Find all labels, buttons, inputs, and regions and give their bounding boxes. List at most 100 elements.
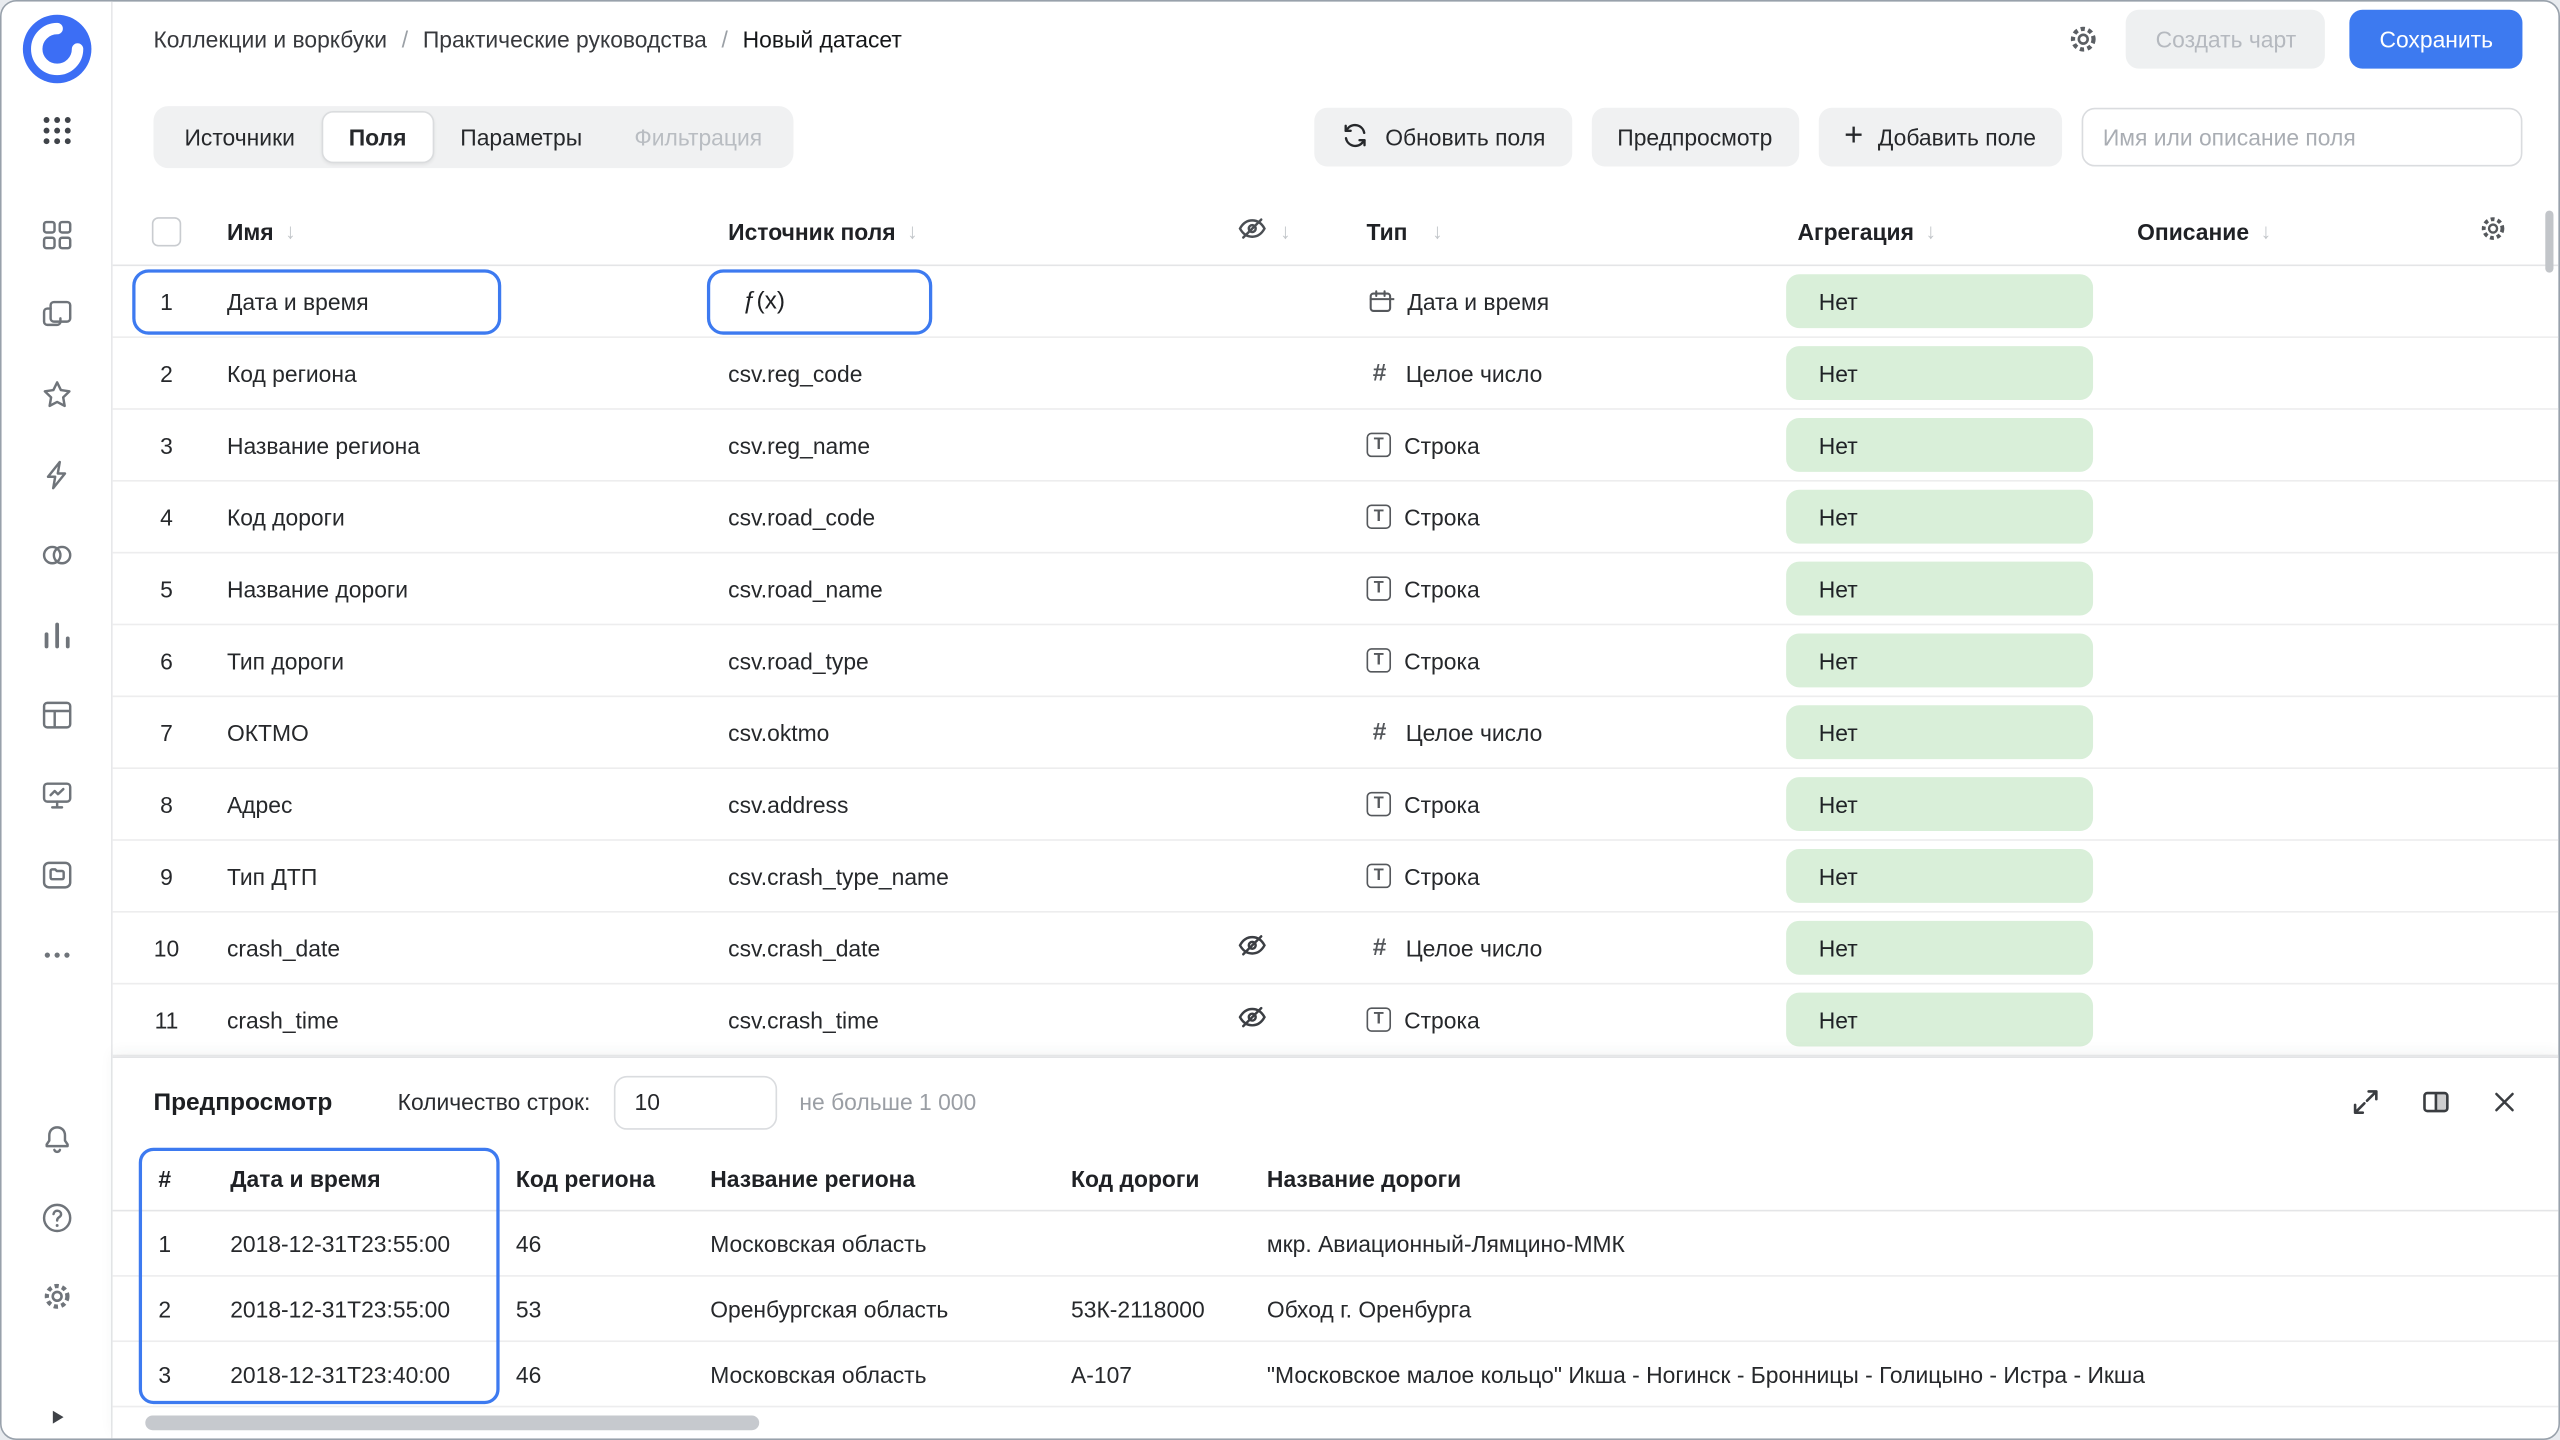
field-type-cell[interactable]: TСтрока bbox=[1336, 863, 1787, 889]
column-header-name[interactable]: Имя ↓ bbox=[220, 218, 721, 244]
field-source[interactable]: csv.crash_date bbox=[728, 935, 880, 961]
column-header-description[interactable]: Описание ↓ bbox=[2137, 218, 2428, 244]
field-type-cell[interactable]: #Целое число bbox=[1336, 718, 1787, 746]
tab-fields[interactable]: Поля bbox=[321, 111, 434, 163]
aggregation-select[interactable]: Нет bbox=[1786, 993, 2093, 1047]
field-source[interactable]: csv.oktmo bbox=[728, 719, 829, 745]
help-icon[interactable] bbox=[38, 1200, 74, 1236]
breadcrumb-collections[interactable]: Коллекции и воркбуки bbox=[153, 26, 387, 52]
field-source-cell[interactable]: csv.road_name bbox=[722, 576, 1222, 602]
apps-grid-icon[interactable] bbox=[38, 113, 74, 149]
field-source[interactable]: csv.address bbox=[728, 791, 848, 817]
field-name-cell[interactable]: crash_date bbox=[220, 935, 721, 961]
field-type-cell[interactable]: TСтрока bbox=[1336, 504, 1787, 530]
eye-off-icon[interactable] bbox=[1236, 929, 1269, 967]
field-name-cell[interactable]: Код дороги bbox=[220, 504, 721, 530]
field-type-cell[interactable]: #Целое число bbox=[1336, 934, 1787, 962]
presentations-icon[interactable] bbox=[38, 777, 74, 813]
tables-icon[interactable] bbox=[38, 697, 74, 733]
expand-preview-icon[interactable] bbox=[2349, 1086, 2382, 1119]
field-row[interactable]: 2Код регионаcsv.reg_code#Целое числоНет bbox=[113, 338, 2559, 410]
field-source-cell[interactable]: csv.crash_time bbox=[722, 1007, 1222, 1033]
sort-icon[interactable]: ↓ bbox=[907, 219, 918, 243]
column-header-type[interactable]: Тип ↓ bbox=[1336, 218, 1787, 244]
collections-icon[interactable] bbox=[38, 297, 74, 333]
field-source-cell[interactable]: csv.reg_name bbox=[722, 432, 1222, 458]
formula-chip[interactable]: ƒ(x) bbox=[728, 287, 785, 315]
field-type-cell[interactable]: TСтрока bbox=[1336, 576, 1787, 602]
column-header-source[interactable]: Источник поля ↓ bbox=[722, 218, 1222, 244]
field-row[interactable]: 1Дата и времяƒ(x)Дата и времяНет bbox=[113, 266, 2559, 338]
row-count-input[interactable] bbox=[613, 1075, 776, 1129]
field-name-cell[interactable]: Код региона bbox=[220, 360, 721, 386]
eye-off-icon[interactable] bbox=[1236, 1001, 1269, 1039]
field-name-cell[interactable]: Тип дороги bbox=[220, 647, 721, 673]
field-source-cell[interactable]: csv.oktmo bbox=[722, 719, 1222, 745]
tab-sources[interactable]: Источники bbox=[158, 111, 321, 163]
field-type-cell[interactable]: #Целое число bbox=[1336, 359, 1787, 387]
aggregation-select[interactable]: Нет bbox=[1786, 490, 2093, 544]
vertical-scrollbar[interactable] bbox=[2545, 211, 2553, 273]
connections-lightning-icon[interactable] bbox=[38, 457, 74, 493]
aggregation-select[interactable]: Нет bbox=[1786, 274, 2093, 328]
field-name-cell[interactable]: Название региона bbox=[220, 432, 721, 458]
save-button[interactable]: Сохранить bbox=[2350, 10, 2522, 69]
field-source[interactable]: csv.road_name bbox=[728, 576, 883, 602]
horizontal-scrollbar[interactable] bbox=[145, 1416, 759, 1431]
close-preview-icon[interactable] bbox=[2490, 1087, 2519, 1116]
field-visibility-cell[interactable] bbox=[1221, 929, 1335, 967]
field-name-cell[interactable]: Дата и время bbox=[220, 288, 721, 314]
preview-toggle-button[interactable]: Предпросмотр bbox=[1591, 108, 1798, 167]
field-search-input[interactable] bbox=[2082, 108, 2523, 167]
field-row[interactable]: 9Тип ДТПcsv.crash_type_nameTСтрокаНет bbox=[113, 841, 2559, 913]
field-type-cell[interactable]: TСтрока bbox=[1336, 647, 1787, 673]
aggregation-select[interactable]: Нет bbox=[1786, 562, 2093, 616]
field-name-cell[interactable]: Тип ДТП bbox=[220, 863, 721, 889]
field-type-cell[interactable]: Дата и время bbox=[1336, 287, 1787, 315]
field-row[interactable]: 10crash_datecsv.crash_date#Целое числоНе… bbox=[113, 913, 2559, 985]
field-source[interactable]: csv.road_type bbox=[728, 647, 869, 673]
sort-icon[interactable]: ↓ bbox=[1432, 219, 1443, 243]
aggregation-select[interactable]: Нет bbox=[1786, 849, 2093, 903]
field-source[interactable]: csv.reg_name bbox=[728, 432, 870, 458]
tab-parameters[interactable]: Параметры bbox=[434, 111, 608, 163]
field-source[interactable]: csv.road_code bbox=[728, 504, 875, 530]
field-name-cell[interactable]: ОКТМО bbox=[220, 719, 721, 745]
field-source-cell[interactable]: csv.road_type bbox=[722, 647, 1222, 673]
notifications-bell-icon[interactable] bbox=[38, 1122, 74, 1158]
field-source-cell[interactable]: csv.reg_code bbox=[722, 360, 1222, 386]
sort-icon[interactable]: ↓ bbox=[285, 219, 296, 243]
storage-folder-icon[interactable] bbox=[38, 857, 74, 893]
field-row[interactable]: 7ОКТМОcsv.oktmo#Целое числоНет bbox=[113, 697, 2559, 769]
favorites-star-icon[interactable] bbox=[38, 377, 74, 413]
sort-icon[interactable]: ↓ bbox=[2260, 219, 2271, 243]
settings-gear-icon[interactable] bbox=[38, 1278, 74, 1314]
dataset-settings-gear-icon[interactable] bbox=[2066, 21, 2102, 57]
field-source-cell[interactable]: csv.crash_date bbox=[722, 935, 1222, 961]
field-row[interactable]: 5Название дорогиcsv.road_nameTСтрокаНет bbox=[113, 553, 2559, 625]
field-source[interactable]: csv.crash_type_name bbox=[728, 863, 949, 889]
field-type-cell[interactable]: TСтрока bbox=[1336, 791, 1787, 817]
field-name-cell[interactable]: Название дороги bbox=[220, 576, 721, 602]
column-header-aggregation[interactable]: Агрегация ↓ bbox=[1786, 218, 2137, 244]
aggregation-select[interactable]: Нет bbox=[1786, 921, 2093, 975]
field-source[interactable]: csv.crash_time bbox=[728, 1007, 879, 1033]
aggregation-select[interactable]: Нет bbox=[1786, 777, 2093, 831]
field-source-cell[interactable]: csv.road_code bbox=[722, 504, 1222, 530]
field-row[interactable]: 8Адресcsv.addressTСтрокаНет bbox=[113, 769, 2559, 841]
table-settings-gear-icon[interactable] bbox=[2477, 212, 2510, 250]
field-row[interactable]: 3Название регионаcsv.reg_nameTСтрокаНет bbox=[113, 410, 2559, 482]
field-source[interactable]: csv.reg_code bbox=[728, 360, 862, 386]
sort-icon[interactable]: ↓ bbox=[1280, 219, 1291, 243]
aggregation-select[interactable]: Нет bbox=[1786, 705, 2093, 759]
create-chart-button[interactable]: Создать чарт bbox=[2126, 10, 2325, 69]
aggregation-select[interactable]: Нет bbox=[1786, 633, 2093, 687]
field-source-cell[interactable]: ƒ(x) bbox=[722, 287, 1222, 315]
field-source-cell[interactable]: csv.address bbox=[722, 791, 1222, 817]
dashboards-icon[interactable] bbox=[38, 217, 74, 253]
select-all-checkbox[interactable] bbox=[152, 216, 181, 245]
aggregation-select[interactable]: Нет bbox=[1786, 346, 2093, 400]
collapse-sidebar-icon[interactable] bbox=[42, 1402, 71, 1431]
refresh-fields-button[interactable]: Обновить поля bbox=[1315, 108, 1571, 167]
split-view-icon[interactable] bbox=[2420, 1086, 2453, 1119]
